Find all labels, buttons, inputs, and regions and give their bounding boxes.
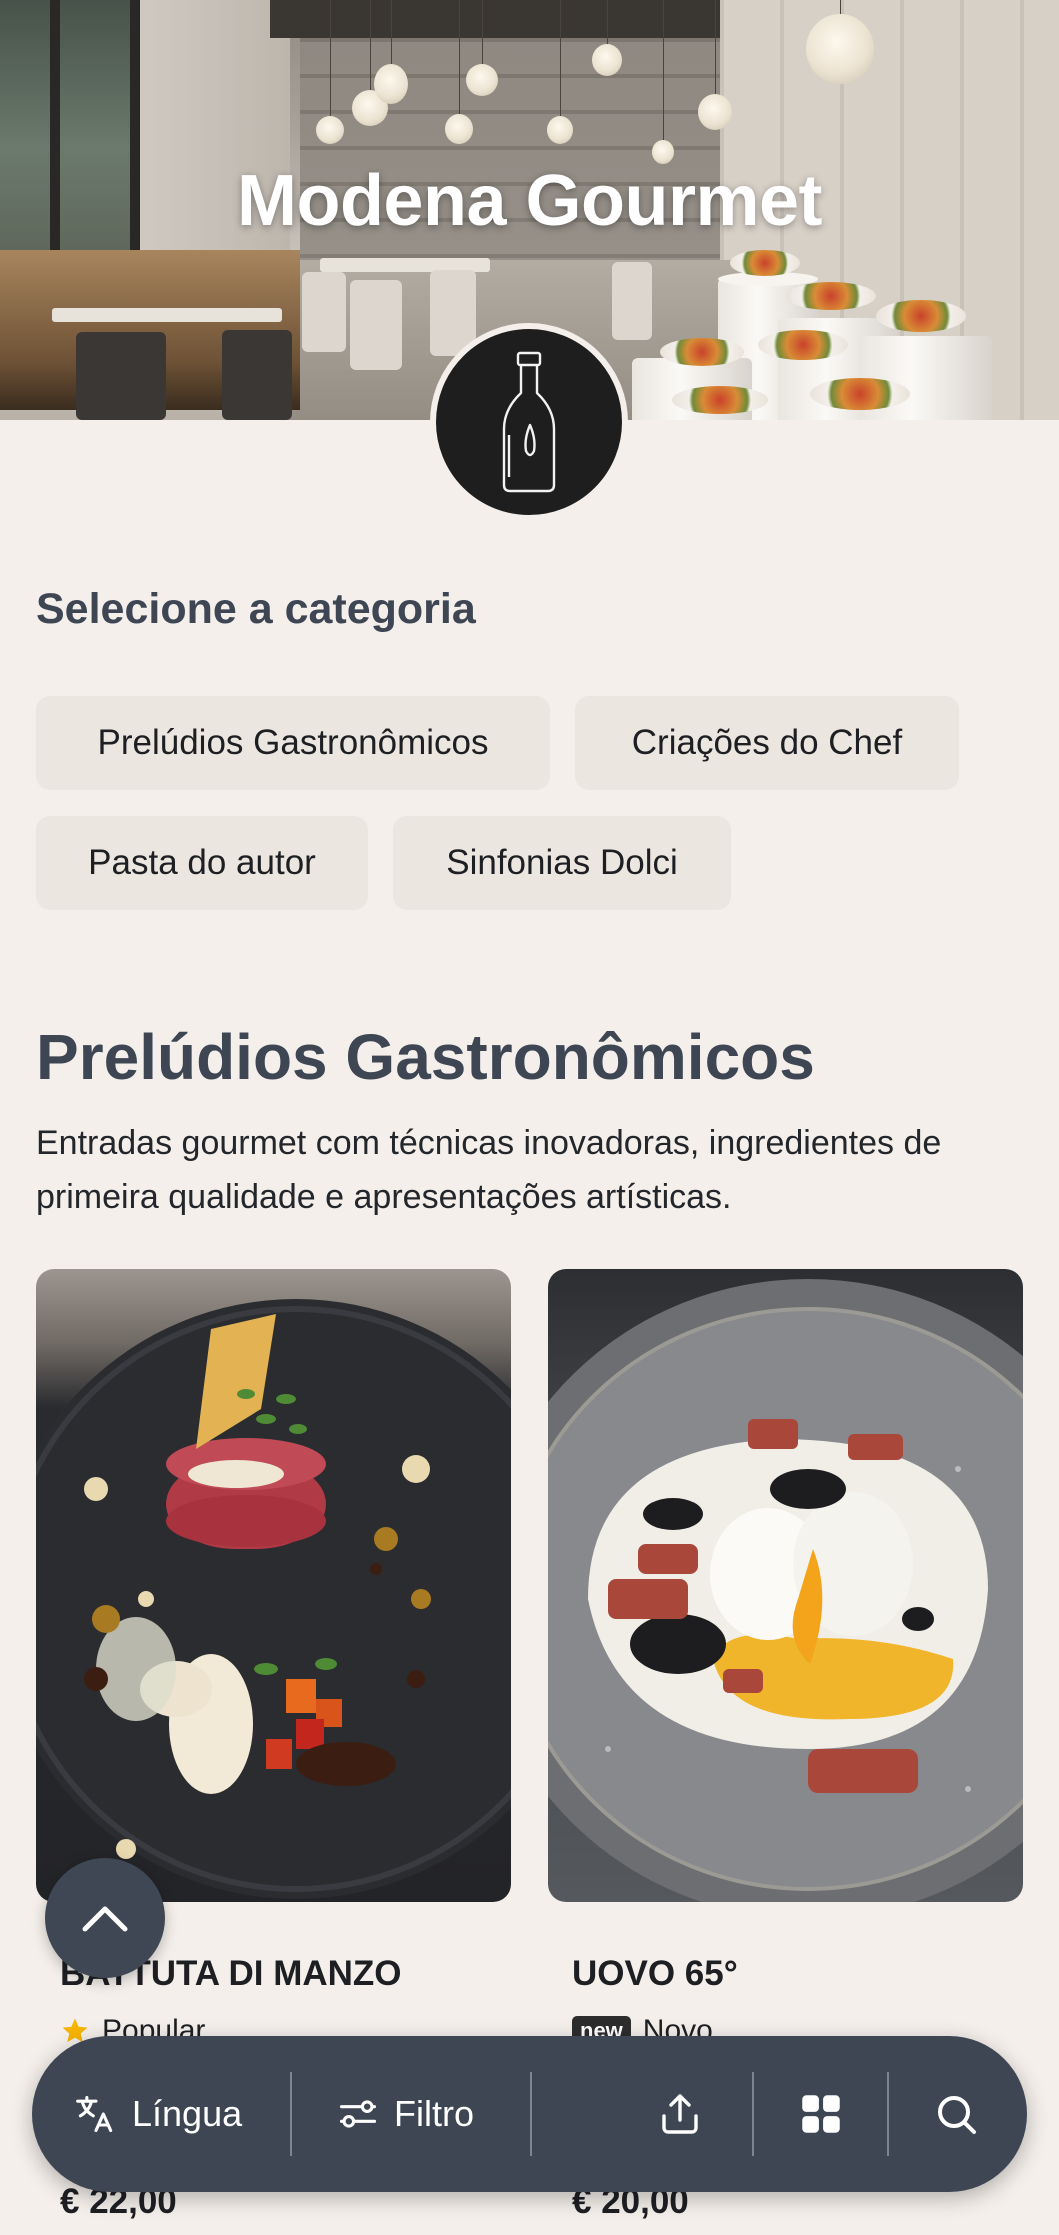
category-chip-preludios[interactable]: Prelúdios Gastronômicos [36, 696, 550, 790]
dish-photo [548, 1279, 1023, 1902]
chevron-up-icon [82, 1906, 128, 1932]
bottom-navigation-bar: Língua Filtro [32, 2036, 1027, 2192]
scroll-to-top-button[interactable] [45, 1858, 165, 1978]
share-icon [662, 2094, 698, 2134]
dish-name: UOVO 65° [572, 1954, 738, 1993]
filter-icon [339, 2100, 377, 2128]
search-icon [938, 2096, 976, 2134]
category-chip-sinfonias[interactable]: Sinfonias Dolci [393, 816, 731, 910]
section-description: Entradas gourmet com técnicas inovadoras… [36, 1124, 942, 1216]
divider [752, 2072, 754, 2156]
filter-label: Filtro [394, 2093, 474, 2134]
category-chip-criacoes[interactable]: Criações do Chef [575, 696, 959, 790]
restaurant-logo [430, 323, 628, 521]
translate-icon [76, 2095, 113, 2133]
dish-image-battuta[interactable] [36, 1269, 511, 1902]
share-button[interactable] [656, 2036, 704, 2192]
search-button[interactable] [932, 2036, 980, 2192]
category-chip-pasta[interactable]: Pasta do autor [36, 816, 368, 910]
grid-icon [802, 2095, 840, 2133]
category-heading: Selecione a categoria [36, 585, 476, 633]
dish-photo [36, 1299, 511, 1899]
divider [290, 2072, 292, 2156]
filter-button[interactable]: Filtro [336, 2036, 474, 2192]
divider [530, 2072, 532, 2156]
language-button[interactable]: Língua [74, 2036, 242, 2192]
restaurant-name: Modena Gourmet [236, 161, 823, 241]
section-title: Prelúdios Gastronômicos [36, 1021, 815, 1093]
language-label: Língua [132, 2093, 243, 2134]
dish-image-uovo[interactable] [548, 1269, 1023, 1902]
divider [887, 2072, 889, 2156]
wine-bottle-icon [502, 351, 556, 493]
grid-view-button[interactable] [796, 2036, 846, 2192]
